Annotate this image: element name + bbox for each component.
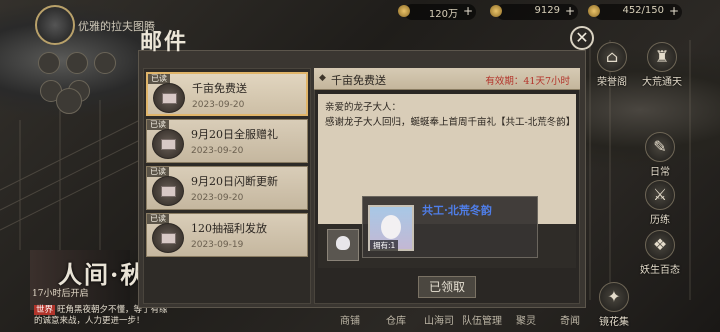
silver-icon bbox=[398, 5, 410, 17]
add-stamina-icon[interactable]: + bbox=[669, 4, 679, 18]
hall-icon: ⌂ bbox=[597, 42, 627, 72]
chat-icon[interactable] bbox=[66, 52, 88, 74]
mail-item[interactable]: 已读 9月20日闪断更新 2023-09-20 bbox=[146, 166, 308, 210]
menu-training-label: 历练 bbox=[650, 215, 670, 226]
player-avatar[interactable] bbox=[35, 5, 75, 45]
mail-item[interactable]: 已读 9月20日全服赠礼 2023-09-20 bbox=[146, 119, 308, 163]
mail-content: 感谢龙子大人回归，蜒蜒奉上首周千亩礼【共工-北荒冬韵】 bbox=[325, 117, 576, 128]
tooltip-item-name: 共工·北荒冬韵 bbox=[422, 204, 492, 217]
mail-item[interactable]: 已读 120抽福利发放 2023-09-19 bbox=[146, 213, 308, 257]
mail-detail-header: ◆ 千亩免费送 有效期：41天7小时 bbox=[314, 68, 580, 90]
mail-title: 邮件 bbox=[140, 29, 189, 55]
menu-yaosheng[interactable]: ❖ 妖生百态 bbox=[630, 230, 690, 276]
resource-gem[interactable]: 9129 + bbox=[490, 4, 578, 20]
menu-mirror-label: 镜花集 bbox=[599, 317, 629, 328]
tower-icon: ♜ bbox=[647, 42, 677, 72]
mail-item[interactable]: 已读 千亩免费送 2023-09-20 bbox=[146, 72, 308, 116]
chat-channel-tag: 世界 bbox=[34, 305, 56, 315]
menu-mirror[interactable]: ✦ 镜花集 bbox=[584, 282, 644, 328]
top-bar: 优雅的拉夫图腾 120万 + 9129 + 452/150 + bbox=[0, 0, 720, 45]
menu-tower-label: 大荒通天 bbox=[642, 77, 682, 88]
world-chat[interactable]: 世界 旺角黑夜朝夕不懂，等了有缘的诚意来战，人力更进一步！ bbox=[34, 305, 174, 327]
nav-warehouse[interactable]: 仓库 bbox=[386, 312, 406, 327]
mail-item-date: 2023-09-20 bbox=[191, 146, 244, 156]
mail-item-title: 120抽福利发放 bbox=[191, 222, 267, 235]
menu-tower[interactable]: ♜ 大荒通天 bbox=[632, 42, 692, 88]
envelope-icon bbox=[153, 83, 185, 113]
resource-stamina[interactable]: 452/150 + bbox=[588, 4, 682, 20]
cards-icon: ❖ bbox=[645, 230, 675, 260]
close-button[interactable]: ✕ bbox=[570, 26, 594, 50]
owned-count: 拥有:1 bbox=[370, 240, 399, 251]
mail-item-title: 9月20日全服赠礼 bbox=[191, 128, 278, 141]
mirror-icon: ✦ bbox=[599, 282, 629, 312]
nav-shop[interactable]: 商铺 bbox=[340, 312, 360, 327]
diamond-icon: ◆ bbox=[319, 73, 326, 83]
mail-item-date: 2023-09-20 bbox=[191, 193, 244, 203]
nav-stories[interactable]: 奇闻 bbox=[560, 312, 580, 327]
mail-item-title: 千亩免费送 bbox=[192, 82, 247, 95]
mail-item-title: 9月20日闪断更新 bbox=[191, 175, 278, 188]
menu-daily[interactable]: ✎ 日常 bbox=[630, 132, 690, 178]
menu-daily-label: 日常 bbox=[650, 167, 670, 178]
mail-detail-title: 千亩免费送 bbox=[331, 74, 386, 87]
character-portrait-icon bbox=[336, 236, 350, 250]
event-banner-title: 人间·秋 bbox=[58, 260, 147, 289]
nav-gather[interactable]: 聚灵 bbox=[516, 312, 536, 327]
mail-body-text: 亲爱的龙子大人： 感谢龙子大人回归，蜒蜒奉上首周千亩礼【共工-北荒冬韵】 bbox=[325, 100, 575, 130]
resource-gem-value: 9129 bbox=[534, 5, 560, 16]
envelope-icon bbox=[152, 176, 184, 206]
resource-silver-value: 120万 bbox=[428, 9, 458, 20]
mail-expire: 有效期：41天7小时 bbox=[485, 76, 570, 87]
gem-icon bbox=[490, 5, 502, 17]
daily-icon: ✎ bbox=[645, 132, 675, 162]
menu-yaosheng-label: 妖生百态 bbox=[640, 265, 680, 276]
nav-shanhaisi[interactable]: 山海司 bbox=[424, 312, 454, 327]
menu-training[interactable]: ⚔ 历练 bbox=[630, 180, 690, 226]
friends-icon[interactable] bbox=[38, 52, 60, 74]
resource-stamina-value: 452/150 bbox=[622, 5, 664, 16]
map-icon[interactable] bbox=[56, 88, 82, 114]
envelope-icon bbox=[152, 129, 184, 159]
sword-icon: ⚔ bbox=[645, 180, 675, 210]
attachment-item[interactable] bbox=[327, 229, 359, 261]
claimed-button[interactable]: 已领取 bbox=[418, 276, 476, 298]
mail-item-date: 2023-09-20 bbox=[192, 100, 245, 110]
mail-item-date: 2023-09-19 bbox=[191, 240, 244, 250]
character-portrait-icon bbox=[381, 215, 401, 239]
envelope-icon bbox=[152, 223, 184, 253]
add-gem-icon[interactable]: + bbox=[565, 4, 575, 18]
nav-team[interactable]: 队伍管理 bbox=[462, 312, 502, 327]
mail-greeting: 亲爱的龙子大人： bbox=[325, 102, 402, 113]
add-silver-icon[interactable]: + bbox=[463, 4, 473, 18]
stamina-icon bbox=[588, 5, 600, 17]
resource-silver[interactable]: 120万 + bbox=[398, 4, 476, 20]
event-banner-time: 17小时后开启 bbox=[32, 289, 89, 299]
mail-icon[interactable] bbox=[94, 52, 116, 74]
